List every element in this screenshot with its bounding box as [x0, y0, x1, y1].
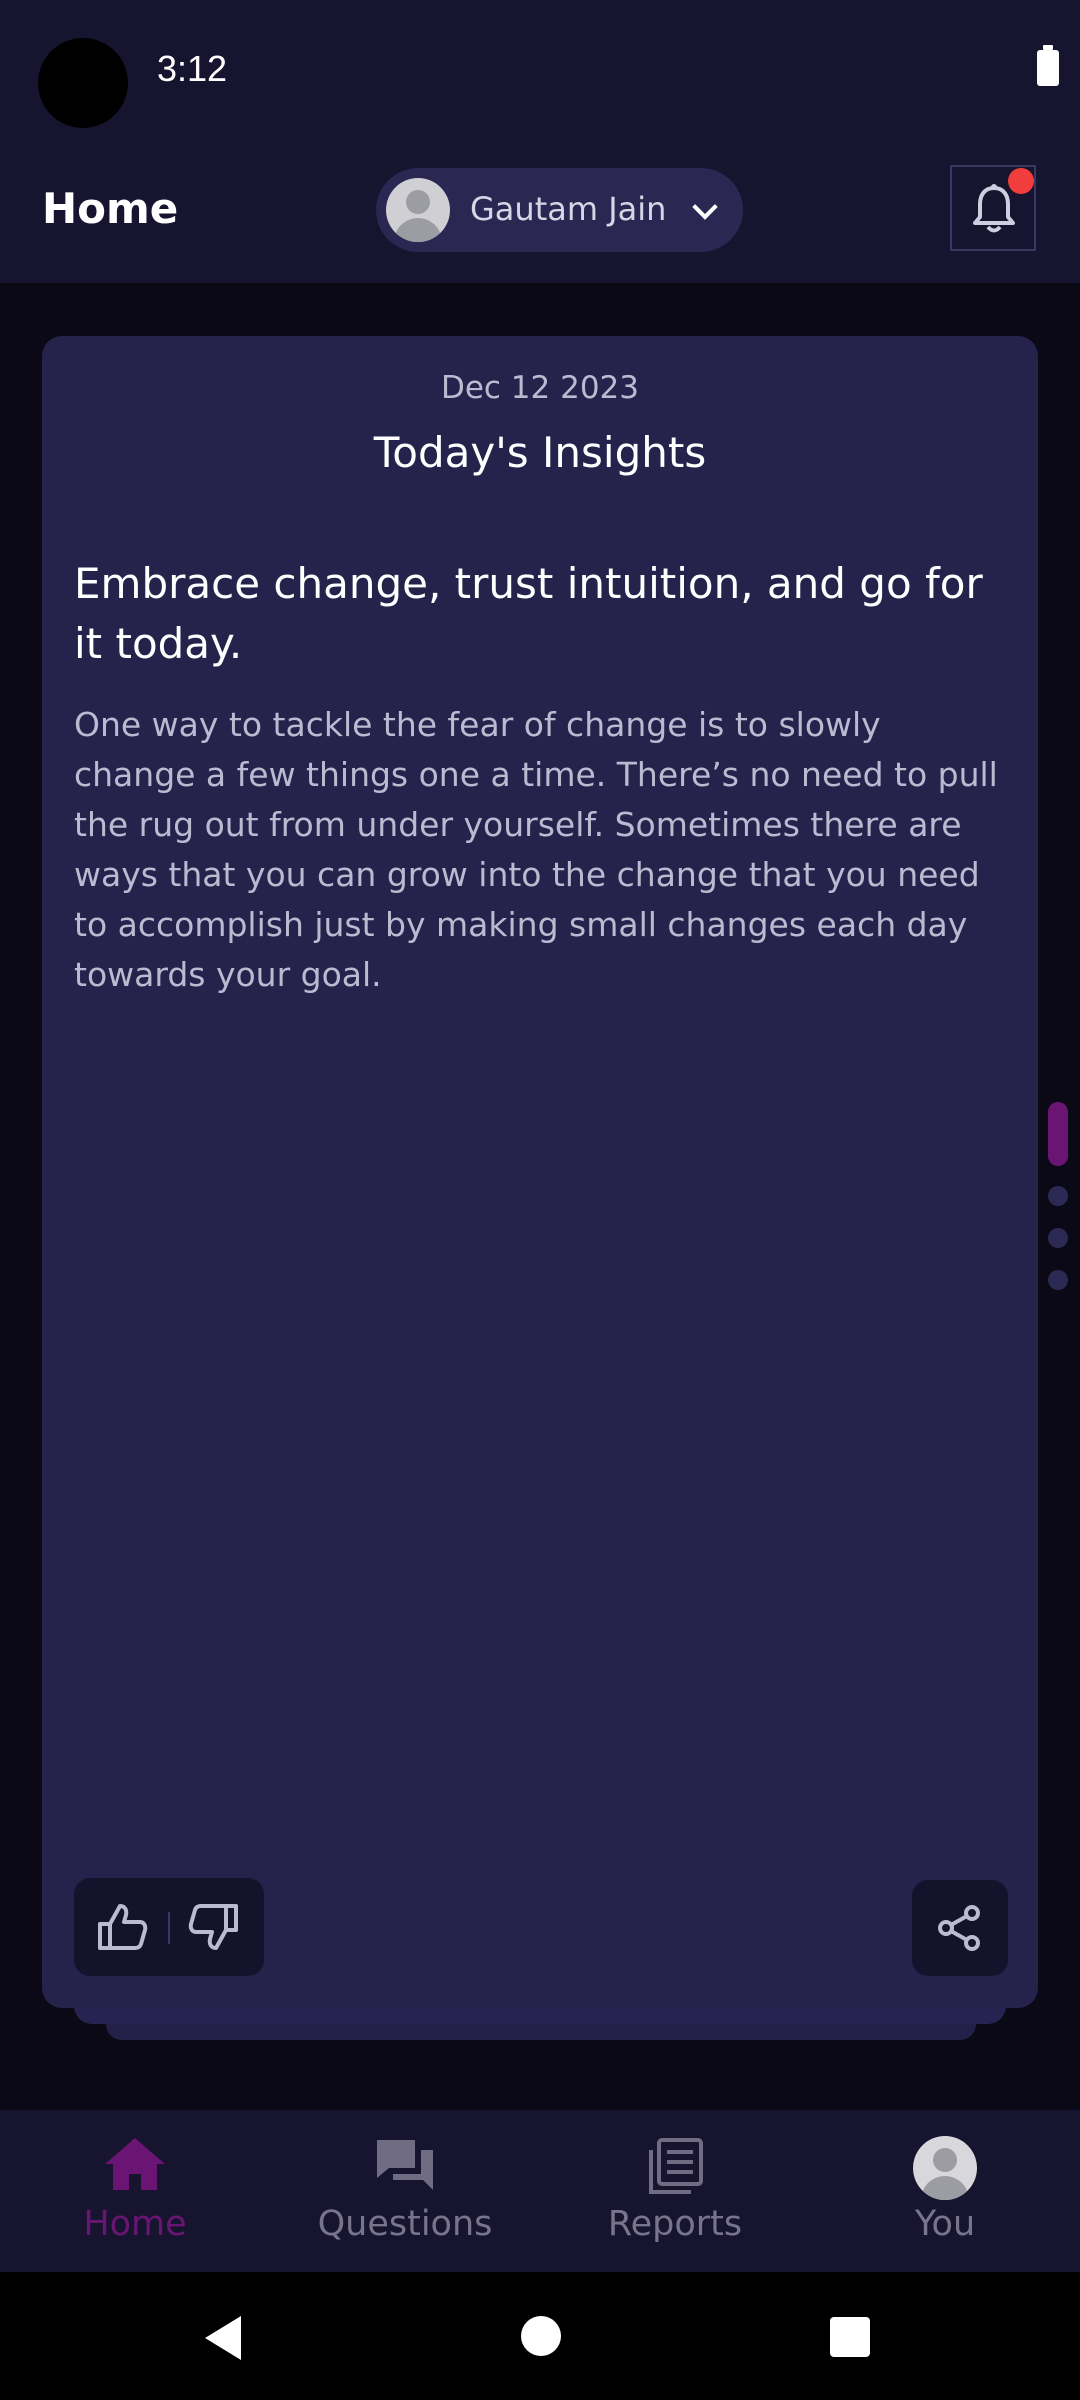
pager-dot-active[interactable] [1048, 1102, 1068, 1166]
nav-label-questions: Questions [317, 2204, 493, 2244]
nav-you[interactable]: You [810, 2110, 1080, 2272]
avatar [913, 2136, 977, 2200]
share-icon [938, 1905, 980, 1951]
insight-date: Dec 12 2023 [440, 370, 640, 406]
recents-icon[interactable] [830, 2317, 870, 2357]
newspaper-icon [649, 2138, 703, 2194]
back-icon[interactable] [205, 2316, 241, 2360]
battery-icon [1037, 45, 1059, 86]
nav-label-you: You [914, 2204, 976, 2244]
insight-heading: Today's Insights [373, 428, 707, 477]
pager-dot[interactable] [1048, 1270, 1068, 1290]
bell-icon [973, 184, 1015, 233]
insight-card: Dec 12 2023 Today's Insights Embrace cha… [42, 336, 1038, 2008]
chevron-down-icon [692, 194, 718, 220]
share-button[interactable] [912, 1880, 1008, 1976]
notification-badge [1008, 168, 1034, 194]
nav-label-home: Home [83, 2204, 187, 2244]
page-title: Home [42, 184, 179, 233]
avatar [386, 178, 450, 242]
pager-dot[interactable] [1048, 1186, 1068, 1206]
home-circle-icon[interactable] [521, 2316, 561, 2356]
insight-body: One way to tackle the fear of change is … [74, 705, 998, 994]
status-bar: 3:12 [0, 0, 1080, 140]
chat-bubbles-icon [377, 2140, 433, 2190]
nav-label-reports: Reports [607, 2204, 743, 2244]
nav-questions[interactable]: Questions [270, 2110, 540, 2272]
thumbs-up-icon[interactable] [96, 1902, 150, 1952]
insight-title: Embrace change, trust intuition, and go … [74, 559, 983, 668]
reaction-group [74, 1878, 264, 1976]
bottom-nav: Home Questions Reports You [0, 2110, 1080, 2272]
app-header: Home Gautam Jain [0, 140, 1080, 283]
home-icon [105, 2138, 165, 2190]
profile-name: Gautam Jain [470, 190, 667, 228]
system-nav-bar [0, 2272, 1080, 2400]
camera-cutout [38, 38, 128, 128]
reaction-divider [168, 1912, 170, 1944]
pager-dot[interactable] [1048, 1228, 1068, 1248]
nav-home[interactable]: Home [0, 2110, 270, 2272]
status-time: 3:12 [157, 48, 228, 89]
profile-switcher[interactable]: Gautam Jain [376, 168, 743, 252]
thumbs-down-icon[interactable] [186, 1902, 240, 1952]
nav-reports[interactable]: Reports [540, 2110, 810, 2272]
